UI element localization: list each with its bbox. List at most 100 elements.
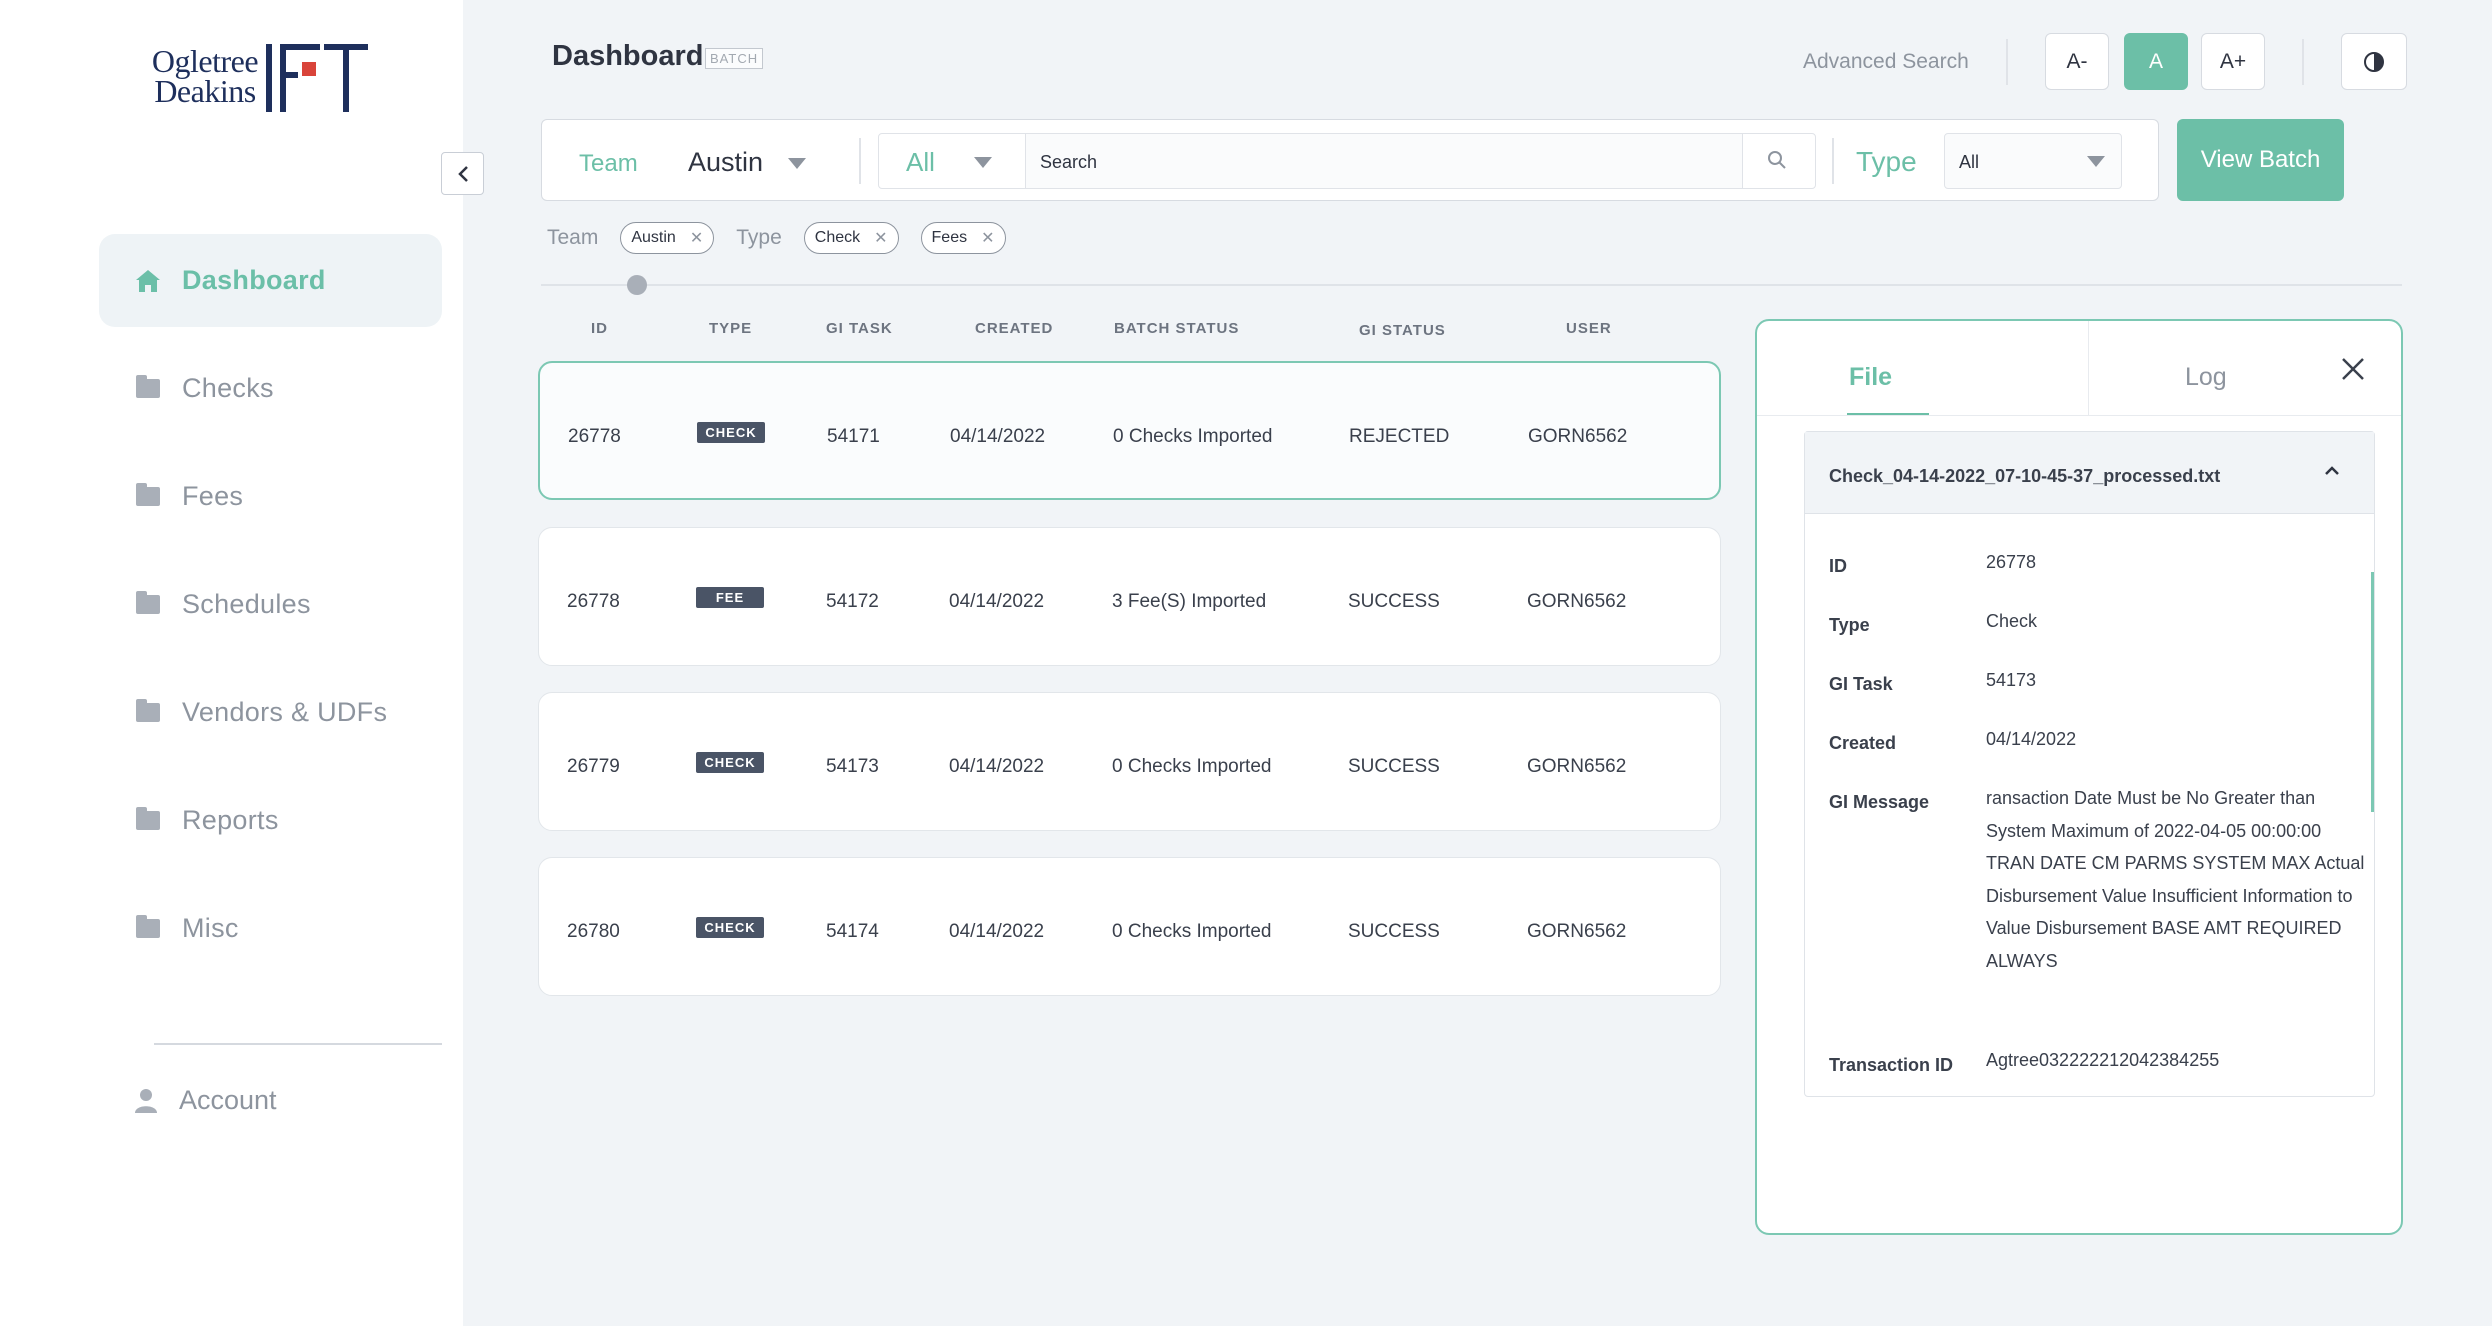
folder-icon: [135, 483, 161, 509]
team-select[interactable]: Austin: [688, 147, 763, 178]
cell-created: 04/14/2022: [950, 426, 1046, 447]
detail-label-transaction-id: Transaction ID: [1829, 1055, 1954, 1075]
sidebar-nav: Dashboard Checks Fees Schedules Vendors …: [99, 234, 442, 990]
type-tag: FEE: [696, 587, 764, 608]
detail-label-gi-task: GI Task: [1829, 674, 1893, 694]
logo-text-line1: Ogletree: [151, 43, 259, 79]
view-batch-button[interactable]: View Batch: [2177, 119, 2344, 201]
filter-chip-type: Fees ✕: [920, 222, 1006, 254]
column-header-id[interactable]: ID: [591, 320, 608, 337]
cell-batch-status: 3 Fee(S) Imported: [1112, 591, 1267, 612]
search-input[interactable]: Search: [1025, 134, 1743, 188]
advanced-search-link[interactable]: Advanced Search: [1803, 50, 1969, 74]
detail-label-created: Created: [1829, 733, 1897, 753]
sidebar-item-label: Reports: [182, 805, 279, 835]
drag-handle[interactable]: [627, 275, 647, 295]
sidebar-item-misc[interactable]: Misc: [99, 882, 442, 975]
cell-gi-status: SUCCESS: [1348, 921, 1440, 942]
sidebar-item-dashboard[interactable]: Dashboard: [99, 234, 442, 327]
cell-id: 26779: [567, 756, 620, 777]
cell-user: GORN6562: [1528, 426, 1628, 447]
column-header-batch-status[interactable]: BATCH STATUS: [1114, 320, 1239, 337]
tab-bar-border: [1757, 415, 2401, 416]
detail-panel: File Log Check_04-14-2022_07-10-45-37_pr…: [1755, 319, 2403, 1235]
column-header-type[interactable]: TYPE: [709, 320, 752, 337]
cell-user: GORN6562: [1527, 756, 1627, 777]
file-accordion-header[interactable]: Check_04-14-2022_07-10-45-37_processed.t…: [1805, 432, 2374, 514]
team-filter-label: Team: [579, 150, 638, 177]
filter-chip-team: Austin ✕: [620, 222, 715, 254]
search-icon[interactable]: [1767, 150, 1787, 170]
filter-bar: Team Austin All Search Type All: [541, 119, 2159, 201]
font-increase-button[interactable]: A+: [2201, 33, 2265, 90]
scope-select[interactable]: All: [906, 147, 935, 178]
close-icon[interactable]: ✕: [981, 228, 994, 248]
detail-value-id: 26778: [1986, 552, 2037, 572]
header-divider: [2302, 39, 2304, 85]
chip-group-label-type: Type: [736, 226, 782, 249]
contrast-toggle-button[interactable]: [2341, 33, 2407, 90]
table-row[interactable]: 26778 CHECK 54171 04/14/2022 0 Checks Im…: [538, 361, 1721, 500]
user-icon: [135, 1088, 157, 1113]
cell-created: 04/14/2022: [949, 591, 1045, 612]
home-icon: [135, 269, 161, 293]
folder-icon: [135, 591, 161, 617]
type-tag: CHECK: [696, 752, 764, 773]
sidebar-item-checks[interactable]: Checks: [99, 342, 442, 435]
sidebar-item-account[interactable]: Account: [135, 1085, 277, 1116]
column-header-user[interactable]: USER: [1566, 320, 1612, 337]
column-header-created[interactable]: CREATED: [975, 320, 1053, 337]
sidebar-item-label: Misc: [182, 913, 239, 943]
sidebar-item-label: Checks: [182, 373, 274, 403]
folder-icon: [135, 375, 161, 401]
batch-badge: BATCH: [705, 48, 764, 69]
chevron-down-icon[interactable]: [974, 157, 992, 168]
search-placeholder: Search: [1040, 152, 1098, 172]
type-tag: CHECK: [696, 917, 764, 938]
type-select[interactable]: All: [1944, 133, 2122, 189]
logo-text-line2: Deakins: [154, 73, 256, 109]
detail-value-gi-task: 54173: [1986, 670, 2037, 690]
cell-id: 26778: [568, 426, 621, 447]
folder-icon: [135, 699, 161, 725]
chevron-up-icon[interactable]: [2324, 466, 2340, 476]
filter-divider: [859, 138, 861, 184]
chip-group-label-team: Team: [547, 226, 599, 249]
cell-user: GORN6562: [1527, 921, 1627, 942]
detail-value-type: Check: [1986, 611, 2038, 631]
tab-log[interactable]: Log: [2185, 363, 2227, 392]
sidebar-item-reports[interactable]: Reports: [99, 774, 442, 867]
logo[interactable]: Ogletree Deakins: [150, 40, 390, 114]
type-select-value: All: [1959, 152, 1980, 172]
detail-value-gi-message: ransaction Date Must be No Greater than …: [1986, 788, 2365, 971]
cell-gi-task: 54172: [826, 591, 879, 612]
cell-created: 04/14/2022: [949, 756, 1045, 777]
close-icon[interactable]: ✕: [690, 228, 703, 248]
font-decrease-button[interactable]: A-: [2045, 33, 2109, 90]
scrollbar[interactable]: [2371, 572, 2374, 812]
sidebar-item-label: Fees: [182, 481, 244, 511]
table-row[interactable]: 26779 CHECK 54173 04/14/2022 0 Checks Im…: [538, 692, 1721, 831]
table-row[interactable]: 26778 FEE 54172 04/14/2022 3 Fee(S) Impo…: [538, 527, 1721, 666]
chevron-down-icon[interactable]: [788, 158, 806, 169]
tab-file[interactable]: File: [1849, 363, 1892, 392]
detail-value-created: 04/14/2022: [1986, 729, 2077, 749]
logo-mark-icon: [266, 44, 368, 112]
cell-gi-status: SUCCESS: [1348, 591, 1440, 612]
detail-label-type: Type: [1829, 615, 1870, 635]
column-header-gi-task[interactable]: GI TASK: [826, 320, 893, 337]
active-filters: Team Austin ✕ Type Check ✕ Fees ✕: [547, 222, 1028, 254]
font-normal-button[interactable]: A: [2124, 33, 2188, 90]
column-header-gi-status[interactable]: GI STATUS: [1359, 322, 1446, 339]
collapse-sidebar-button[interactable]: [441, 152, 484, 195]
sidebar-item-fees[interactable]: Fees: [99, 450, 442, 543]
table-row[interactable]: 26780 CHECK 54174 04/14/2022 0 Checks Im…: [538, 857, 1721, 996]
chevron-left-icon: [457, 165, 468, 182]
sidebar-item-vendors[interactable]: Vendors & UDFs: [99, 666, 442, 759]
cell-gi-status: SUCCESS: [1348, 756, 1440, 777]
close-icon[interactable]: ✕: [874, 228, 887, 248]
sidebar-item-schedules[interactable]: Schedules: [99, 558, 442, 651]
file-accordion: Check_04-14-2022_07-10-45-37_processed.t…: [1804, 431, 2375, 1097]
close-icon[interactable]: [2339, 355, 2367, 383]
sidebar-item-label: Dashboard: [182, 265, 326, 295]
